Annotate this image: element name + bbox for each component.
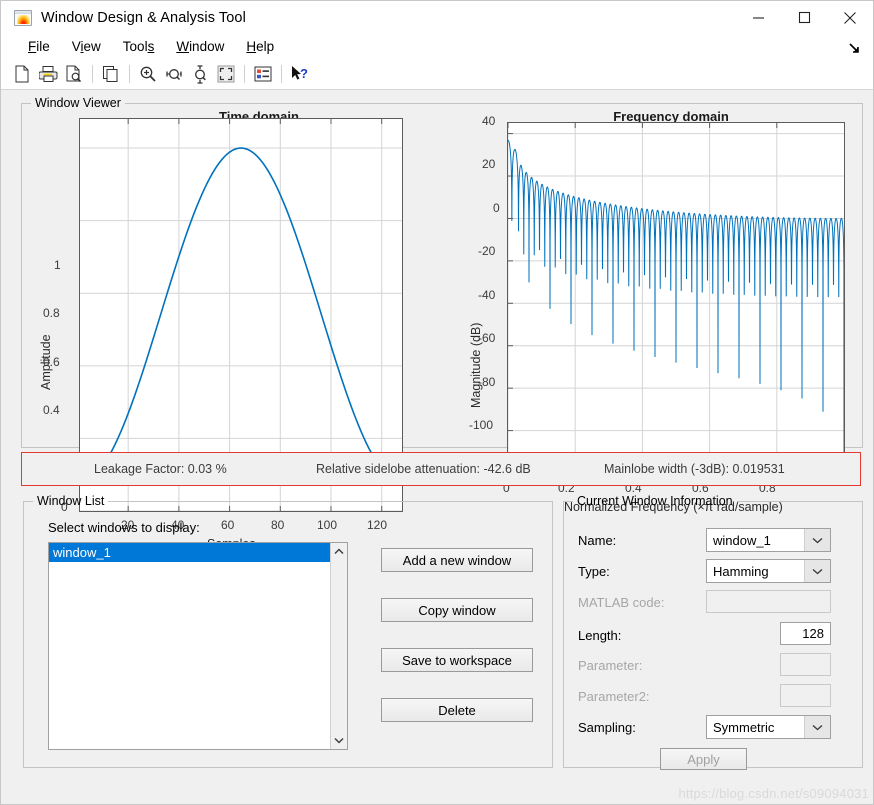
menu-window[interactable]: Window (165, 37, 235, 56)
leakage-factor-value: Leakage Factor: 0.03 % (94, 462, 227, 476)
time-ytick-0-4: 0.4 (43, 403, 60, 417)
menu-tools[interactable]: Tools (112, 37, 166, 56)
scroll-up-arrow-icon[interactable] (331, 543, 347, 560)
freq-ytick--80: -80 (478, 375, 496, 389)
chevron-down-icon[interactable] (804, 560, 830, 582)
current-window-info-legend: Current Window Information (577, 494, 733, 508)
frequency-domain-plot[interactable] (507, 122, 845, 474)
copy-figure-icon[interactable] (98, 62, 124, 86)
sampling-combo[interactable]: Symmetric (706, 715, 831, 739)
whats-this-help-icon[interactable]: ? (287, 62, 313, 86)
freq-ytick--40: -40 (478, 288, 496, 302)
window-listbox-items[interactable]: window_1 (49, 543, 330, 749)
print-icon[interactable] (35, 62, 61, 86)
time-ytick-0-6: 0.6 (43, 355, 60, 369)
type-combo[interactable]: Hamming (706, 559, 831, 583)
menu-file[interactable]: File (17, 37, 61, 56)
measurement-bar: Leakage Factor: 0.03 % Relative sidelobe… (21, 452, 861, 486)
save-to-workspace-button[interactable]: Save to workspace (381, 648, 533, 672)
name-combo-value: window_1 (713, 532, 771, 548)
new-file-icon[interactable] (9, 62, 35, 86)
sampling-label: Sampling: (578, 720, 636, 735)
window-list-legend: Window List (37, 494, 105, 508)
type-combo-value: Hamming (713, 563, 769, 579)
matlab-code-label: MATLAB code: (578, 595, 665, 610)
time-ytick-0-8: 0.8 (43, 306, 60, 320)
window-controls (735, 1, 873, 34)
minimize-icon[interactable] (735, 1, 781, 34)
chevron-down-icon[interactable] (804, 529, 830, 551)
print-preview-icon[interactable] (61, 62, 87, 86)
scroll-down-arrow-icon[interactable] (331, 732, 347, 749)
view-legend-icon[interactable] (250, 62, 276, 86)
window-list-panel: Window List Select windows to display: w… (23, 494, 553, 768)
apply-button[interactable]: Apply (660, 748, 747, 770)
window-listbox[interactable]: window_1 (48, 542, 348, 750)
zoom-x-icon[interactable] (161, 62, 187, 86)
freq-ytick--100: -100 (469, 418, 494, 432)
freq-ytick-0: 0 (493, 201, 500, 215)
content-area: Window Viewer Time domain Amplitude 1 0.… (1, 90, 873, 804)
app-window: Window Design & Analysis Tool File View … (0, 0, 874, 805)
mainlobe-width-value: Mainlobe width (-3dB): 0.019531 (604, 462, 785, 476)
name-label: Name: (578, 533, 617, 548)
window-listbox-scrollbar[interactable] (330, 543, 347, 749)
window-viewer-legend: Window Viewer (35, 96, 121, 110)
parameter2-label: Parameter2: (578, 689, 650, 704)
parameter-label: Parameter: (578, 658, 643, 673)
freq-ytick-20: 20 (482, 157, 496, 171)
list-item[interactable]: window_1 (49, 543, 330, 562)
copy-window-button[interactable]: Copy window (381, 598, 533, 622)
length-field[interactable]: 128 (780, 622, 831, 645)
menu-view[interactable]: View (61, 37, 112, 56)
freq-ytick--20: -20 (478, 244, 496, 258)
add-new-window-button[interactable]: Add a new window (381, 548, 533, 572)
tool-bar: ? (1, 59, 873, 90)
maximize-icon[interactable] (781, 1, 827, 34)
time-ytick-1: 1 (54, 258, 61, 272)
freq-ytick-40: 40 (482, 114, 496, 128)
matlab-code-field (706, 590, 831, 613)
matlab-membrane-icon (14, 9, 32, 26)
full-view-icon[interactable] (213, 62, 239, 86)
sampling-combo-value: Symmetric (713, 719, 775, 735)
current-window-info-panel: Current Window Information Name: window_… (563, 494, 863, 770)
length-label: Length: (578, 628, 622, 643)
close-icon[interactable] (827, 1, 873, 34)
parameter2-field (780, 684, 831, 707)
sidelobe-attenuation-value: Relative sidelobe attenuation: -42.6 dB (316, 462, 531, 476)
delete-button[interactable]: Delete (381, 698, 533, 722)
svg-text:?: ? (300, 66, 308, 81)
title-bar: Window Design & Analysis Tool (1, 1, 873, 34)
type-label: Type: (578, 564, 610, 579)
menu-help[interactable]: Help (235, 37, 285, 56)
select-windows-label: Select windows to display: (48, 520, 200, 535)
menu-overflow-arrow-icon[interactable] (849, 43, 860, 57)
zoom-y-icon[interactable] (187, 62, 213, 86)
chevron-down-icon[interactable] (804, 716, 830, 738)
parameter-field (780, 653, 831, 676)
window-title: Window Design & Analysis Tool (41, 9, 246, 26)
name-combo[interactable]: window_1 (706, 528, 831, 552)
zoom-in-icon[interactable] (135, 62, 161, 86)
freq-ytick--60: -60 (478, 331, 496, 345)
menu-bar: File View Tools Window Help (1, 34, 873, 59)
watermark: https://blog.csdn.net/s09094031 (678, 786, 869, 801)
